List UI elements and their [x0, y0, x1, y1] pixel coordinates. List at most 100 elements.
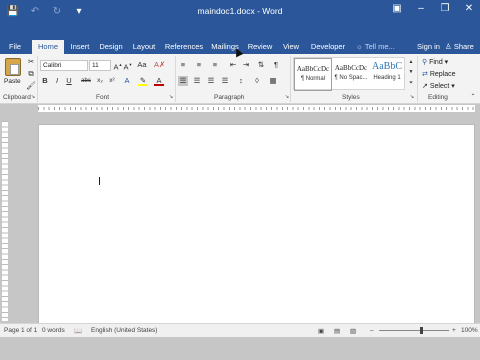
separator: [290, 56, 291, 102]
tab-file[interactable]: File: [4, 39, 26, 54]
change-case-icon[interactable]: Aa: [137, 60, 147, 70]
font-size-value: 11: [92, 62, 99, 69]
increase-indent-icon[interactable]: ⇥: [241, 60, 251, 70]
shrink-font-icon[interactable]: A▼: [123, 60, 133, 72]
styles-scroll-up-icon[interactable]: ▲: [406, 57, 416, 67]
line-spacing-icon[interactable]: ↕: [236, 76, 246, 86]
bullets-icon[interactable]: ≡: [178, 60, 188, 70]
tab-insert[interactable]: Insert: [66, 39, 94, 54]
numbering-icon[interactable]: ≡: [194, 60, 204, 70]
horizontal-ruler[interactable]: [0, 104, 480, 113]
lightbulb-icon: ☼: [356, 42, 363, 51]
word-count[interactable]: 0 words: [42, 327, 65, 334]
font-size-box[interactable]: 11: [89, 60, 111, 71]
styles-launcher-icon[interactable]: ↘: [407, 92, 417, 102]
tab-references[interactable]: References: [163, 39, 205, 54]
vertical-ruler[interactable]: [0, 113, 9, 323]
tab-home[interactable]: Home: [32, 40, 64, 54]
zoom-in-icon[interactable]: +: [452, 327, 456, 334]
title-bar: 💾 ↶ ↻ ▾ maindoc1.docx - Word ▣ – ❐ ✕: [0, 0, 480, 24]
read-mode-icon[interactable]: ▣: [318, 327, 324, 335]
shading-icon[interactable]: ◊: [252, 76, 262, 86]
separator: [417, 56, 418, 102]
find-button[interactable]: ⚲ Find ▾: [422, 58, 448, 66]
separator: [37, 56, 38, 102]
style-normal[interactable]: AaBbCcDc ¶ Normal: [294, 58, 332, 91]
font-color-icon[interactable]: A: [154, 76, 164, 86]
sign-in-link[interactable]: Sign in: [417, 42, 440, 51]
align-right-icon[interactable]: ☰: [206, 76, 216, 86]
style-name: ¶ No Spac...: [334, 75, 368, 81]
search-icon: ⚲: [422, 59, 428, 66]
style-no-spacing[interactable]: AaBbCcDc ¶ No Spac...: [332, 58, 370, 91]
tab-layout[interactable]: Layout: [130, 39, 158, 54]
tab-developer[interactable]: Developer: [308, 39, 348, 54]
language-indicator[interactable]: English (United States): [91, 327, 157, 334]
taskbar-area: [0, 337, 480, 360]
style-sample: AaBbCcDc: [334, 64, 368, 72]
styles-scroll-down-icon[interactable]: ▼: [406, 67, 416, 77]
replace-icon: ⇄: [422, 71, 428, 78]
text-cursor: [99, 177, 100, 185]
tab-view[interactable]: View: [278, 39, 304, 54]
proofing-icon[interactable]: 📖: [74, 327, 82, 335]
format-painter-icon[interactable]: 🖌: [26, 81, 36, 91]
zoom-out-icon[interactable]: –: [370, 327, 374, 334]
home-ribbon: Paste ✂ ⧉ 🖌 Clipboard ↘ Calibri 11 A▲ A▼…: [0, 54, 480, 104]
grow-font-icon[interactable]: A▲: [113, 60, 123, 72]
copy-icon[interactable]: ⧉: [26, 69, 36, 79]
font-name-value: Calibri: [43, 62, 62, 69]
show-formatting-icon[interactable]: ¶: [271, 60, 281, 70]
window-controls: ▣ – ❐ ✕: [390, 3, 476, 14]
italic-button[interactable]: I: [52, 76, 62, 86]
strikethrough-button[interactable]: abc: [79, 76, 93, 86]
text-effects-icon[interactable]: A: [122, 76, 132, 86]
paste-icon[interactable]: [5, 58, 21, 76]
justify-icon[interactable]: ☰: [220, 76, 230, 86]
superscript-button[interactable]: x²: [107, 76, 117, 86]
zoom-slider-thumb[interactable]: [420, 327, 423, 334]
paste-button-label[interactable]: Paste: [4, 78, 21, 85]
share-button[interactable]: ♙ Share: [445, 42, 474, 51]
style-sample: AaBbC: [372, 61, 402, 72]
person-icon: ♙: [445, 42, 452, 51]
font-name-box[interactable]: Calibri: [40, 60, 88, 71]
close-icon[interactable]: ✕: [462, 3, 476, 14]
subscript-button[interactable]: x₂: [95, 76, 105, 86]
decrease-indent-icon[interactable]: ⇤: [228, 60, 238, 70]
minimize-icon[interactable]: –: [414, 3, 428, 14]
tell-me-label: Tell me...: [364, 42, 395, 51]
cut-icon[interactable]: ✂: [26, 57, 36, 67]
align-left-icon[interactable]: ☰: [178, 76, 188, 86]
print-layout-icon[interactable]: ▤: [334, 327, 340, 335]
align-center-icon[interactable]: ☰: [192, 76, 202, 86]
web-layout-icon[interactable]: ▧: [350, 327, 356, 335]
style-name: ¶ Normal: [300, 76, 326, 82]
style-heading-1[interactable]: AaBbC Heading 1: [368, 58, 406, 91]
bold-button[interactable]: B: [40, 76, 50, 86]
page-count[interactable]: Page 1 of 1: [4, 327, 37, 334]
tab-review[interactable]: Review: [246, 39, 274, 54]
document-page[interactable]: [38, 124, 475, 324]
tab-design[interactable]: Design: [97, 39, 125, 54]
borders-icon[interactable]: ▦: [268, 76, 278, 86]
clear-formatting-icon[interactable]: A✗: [154, 60, 165, 70]
tell-me-box[interactable]: ☼ Tell me...: [356, 42, 395, 51]
highlight-icon[interactable]: ✎: [138, 76, 148, 86]
multilevel-list-icon[interactable]: ≡: [210, 60, 220, 70]
underline-button[interactable]: U: [64, 76, 74, 86]
font-group-label: Font: [96, 94, 110, 101]
replace-button[interactable]: ⇄ Replace: [422, 70, 456, 78]
ruler-ticks: [38, 107, 475, 110]
find-label: Find: [429, 59, 443, 66]
ribbon-display-icon[interactable]: ▣: [390, 3, 404, 14]
zoom-slider[interactable]: [379, 330, 449, 331]
collapse-ribbon-icon[interactable]: ⌃: [468, 92, 478, 102]
styles-more-icon[interactable]: ⏷: [406, 78, 416, 88]
editing-group-label: Editing: [428, 94, 448, 101]
select-button[interactable]: ↗ Select ▾: [422, 82, 455, 90]
zoom-level[interactable]: 100%: [461, 327, 478, 334]
status-bar: Page 1 of 1 0 words 📖 English (United St…: [0, 323, 480, 337]
restore-icon[interactable]: ❐: [438, 3, 452, 14]
sort-icon[interactable]: ⇅: [256, 60, 266, 70]
